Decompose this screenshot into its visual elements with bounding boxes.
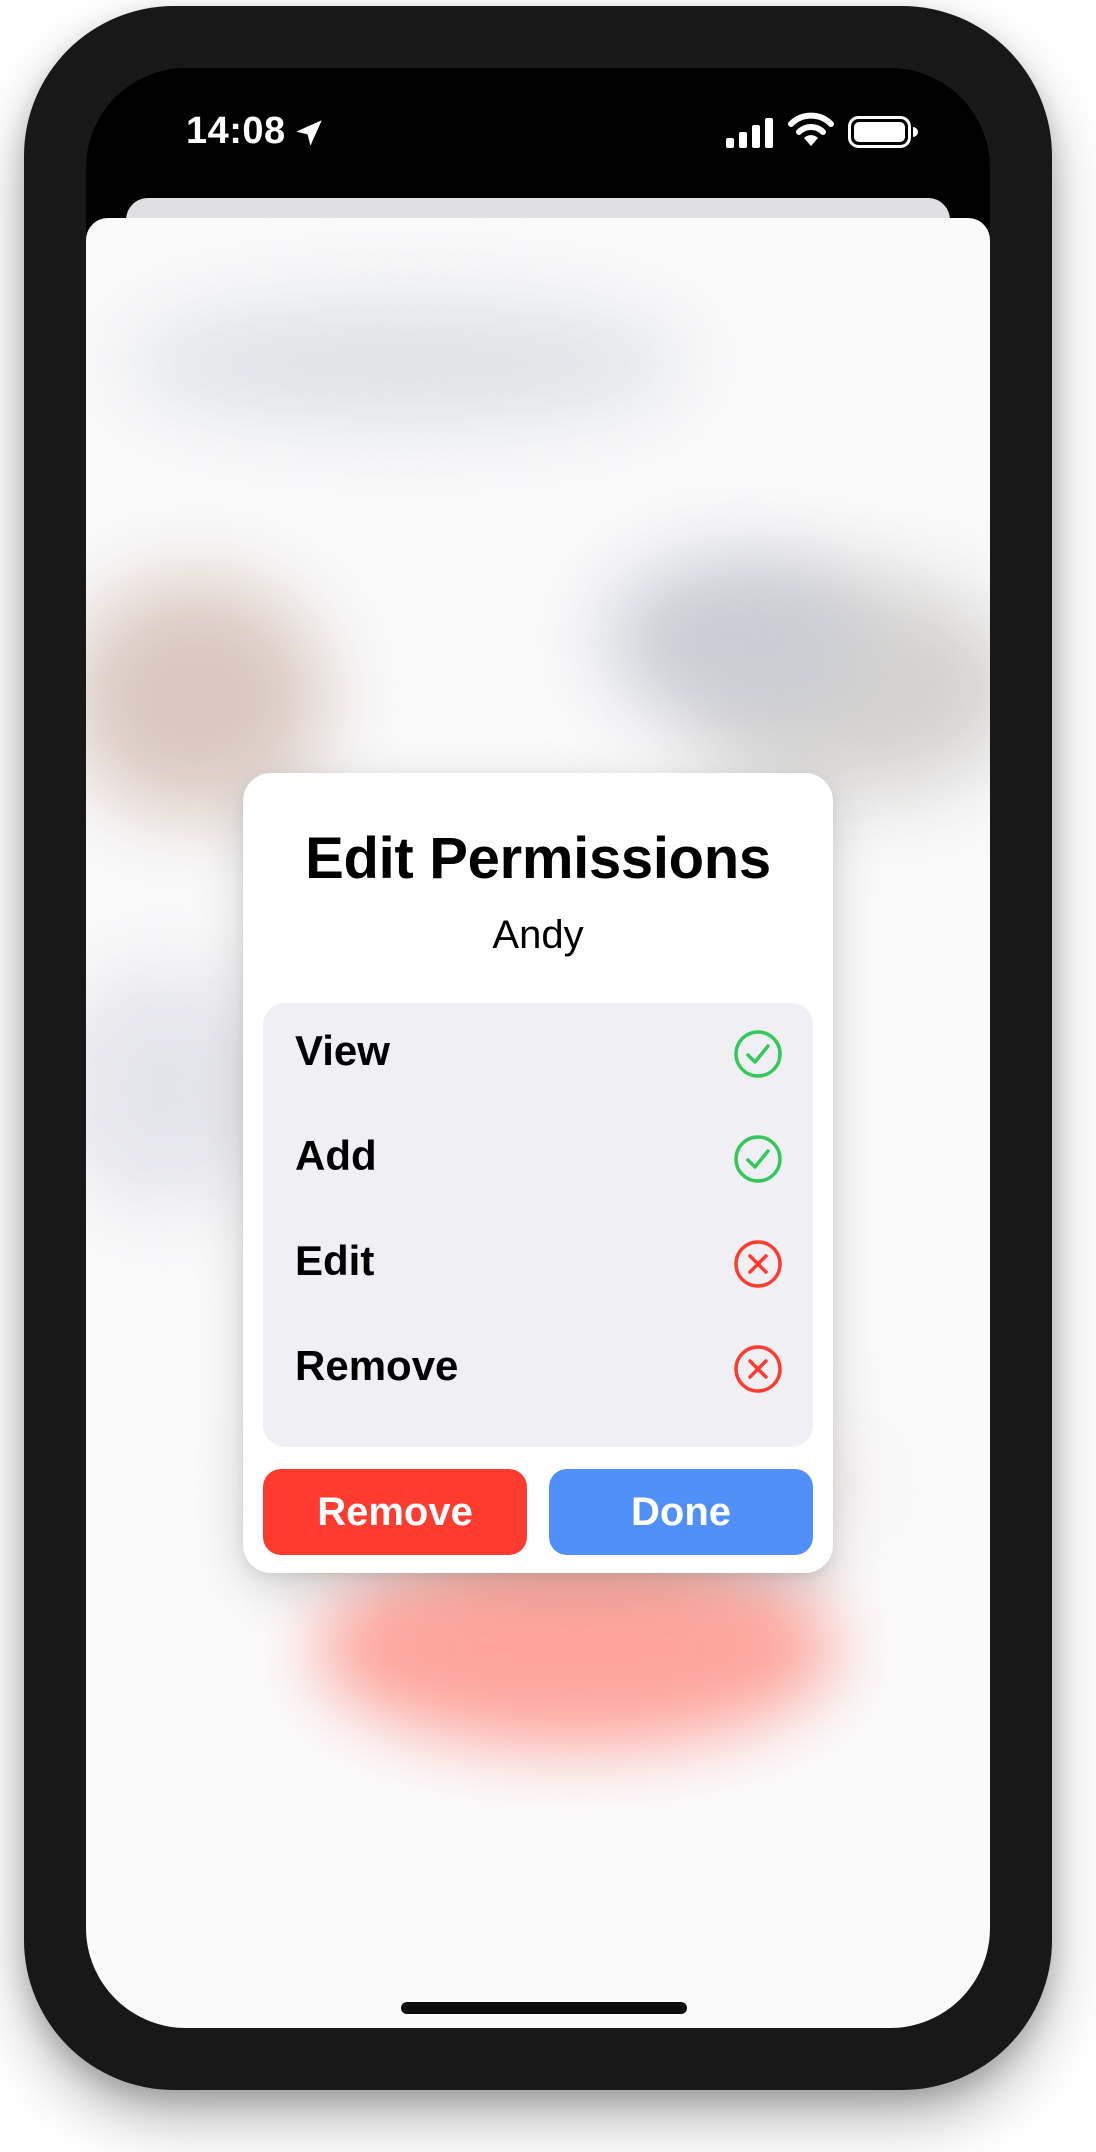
permission-label: View	[295, 1027, 390, 1074]
check-circle-icon[interactable]	[733, 1029, 783, 1079]
permission-row-add[interactable]: Add	[263, 1108, 813, 1208]
status-time: 14:08	[186, 110, 286, 152]
dialog-title: Edit Permissions	[305, 826, 771, 891]
blurred-sheet: Edit Permissions Andy View Add Edit Remo…	[86, 218, 990, 2028]
check-circle-icon[interactable]	[733, 1134, 783, 1184]
edit-permissions-dialog: Edit Permissions Andy View Add Edit Remo…	[243, 773, 833, 1573]
permission-row-view[interactable]: View	[263, 1003, 813, 1103]
dialog-subtitle: Andy	[492, 913, 584, 957]
remove-button[interactable]: Remove	[263, 1469, 527, 1555]
home-indicator[interactable]	[401, 2002, 687, 2014]
phone-frame: 14:08 Edit Permissions Andy View Add Edi…	[24, 6, 1052, 2090]
permissions-list: View Add Edit Remove	[263, 1003, 813, 1447]
blurred-header	[126, 298, 686, 428]
blurred-content	[606, 558, 866, 718]
permission-row-remove[interactable]: Remove	[263, 1318, 813, 1418]
screen: 14:08 Edit Permissions Andy View Add Edi…	[86, 68, 990, 2028]
blurred-red-button	[316, 1548, 836, 1748]
battery-icon	[848, 116, 918, 148]
status-bar: 14:08	[86, 68, 990, 198]
permission-row-edit[interactable]: Edit	[263, 1213, 813, 1313]
cellular-signal-icon	[726, 118, 773, 148]
permission-label: Edit	[295, 1237, 375, 1284]
permission-label: Add	[295, 1132, 377, 1179]
x-circle-icon[interactable]	[733, 1239, 783, 1289]
done-button[interactable]: Done	[549, 1469, 813, 1555]
wifi-icon	[788, 112, 834, 146]
x-circle-icon[interactable]	[733, 1344, 783, 1394]
permission-label: Remove	[295, 1342, 459, 1389]
location-arrow-icon	[296, 120, 322, 146]
